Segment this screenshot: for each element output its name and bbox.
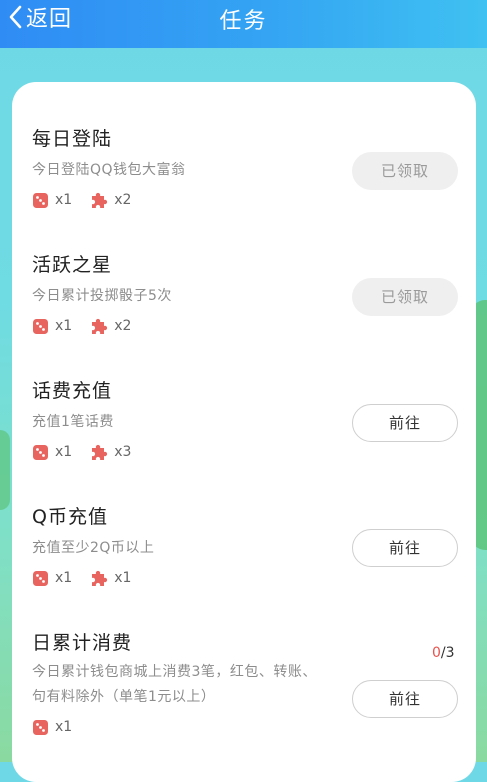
dice-icon xyxy=(32,444,49,461)
puzzle-piece-icon xyxy=(90,191,108,209)
reward-count: x1 xyxy=(55,192,73,208)
reward-puzzle: x2 xyxy=(90,191,131,209)
task-list-card: 每日登陆 今日登陆QQ钱包大富翁 x1 x2 已领取 活跃之星 今日累计投掷骰子… xyxy=(12,82,476,782)
reward-dice: x1 xyxy=(32,570,72,587)
task-rewards: x1 x1 xyxy=(32,566,462,590)
reward-count: x1 xyxy=(55,318,73,334)
task-name: 话费充值 xyxy=(32,380,113,402)
claimed-button[interactable]: 已领取 xyxy=(352,278,458,316)
puzzle-piece-icon xyxy=(90,569,108,587)
reward-puzzle: x3 xyxy=(90,443,131,461)
reward-count: x1 xyxy=(55,570,73,586)
header-bar: 返回 任务 xyxy=(0,0,487,48)
task-rewards: x1 x3 xyxy=(32,440,462,464)
task-rewards: x1 x2 xyxy=(32,314,462,338)
dice-icon xyxy=(32,719,49,736)
background-decoration xyxy=(0,430,10,510)
progress-current: 0 xyxy=(432,645,441,661)
reward-count: x2 xyxy=(114,192,132,208)
task-name: 活跃之星 xyxy=(32,254,113,276)
go-button[interactable]: 前往 xyxy=(352,529,458,567)
go-button[interactable]: 前往 xyxy=(352,680,458,718)
dice-icon xyxy=(32,318,49,335)
task-rewards: x1 xyxy=(32,715,462,739)
reward-count: x1 xyxy=(55,444,73,460)
task-name: 每日登陆 xyxy=(32,128,113,150)
task-name: 日累计消费 xyxy=(32,632,133,654)
reward-dice: x1 xyxy=(32,719,72,736)
task-progress: 0/3 xyxy=(432,645,455,661)
reward-count: x2 xyxy=(114,318,132,334)
progress-total: /3 xyxy=(440,645,455,661)
reward-puzzle: x1 xyxy=(90,569,131,587)
go-button[interactable]: 前往 xyxy=(352,404,458,442)
task-name: Q币充值 xyxy=(32,506,108,528)
page-title: 任务 xyxy=(219,9,268,34)
reward-count: x1 xyxy=(55,719,73,735)
reward-dice: x1 xyxy=(32,318,72,335)
task-rewards: x1 x2 xyxy=(32,188,462,212)
reward-dice: x1 xyxy=(32,444,72,461)
puzzle-piece-icon xyxy=(90,443,108,461)
dice-icon xyxy=(32,570,49,587)
reward-count: x1 xyxy=(114,570,132,586)
puzzle-piece-icon xyxy=(90,317,108,335)
reward-puzzle: x2 xyxy=(90,317,131,335)
claimed-button[interactable]: 已领取 xyxy=(352,152,458,190)
reward-count: x3 xyxy=(114,444,132,460)
dice-icon xyxy=(32,192,49,209)
reward-dice: x1 xyxy=(32,192,72,209)
